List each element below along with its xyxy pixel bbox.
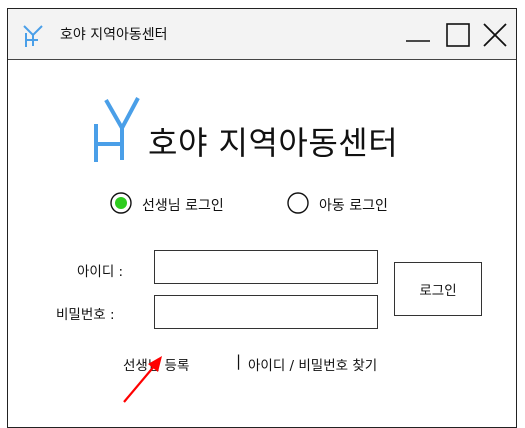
teacher-login-label: 선생님 로그인: [142, 198, 224, 214]
id-input[interactable]: [154, 250, 378, 284]
window-title: 호야 지역아동센터: [60, 27, 168, 43]
password-label: 비밀번호 :: [56, 307, 115, 323]
radio-unselected-icon: [287, 192, 309, 214]
radio-selected-icon: [110, 192, 132, 214]
link-divider: |: [236, 352, 242, 370]
brand-logo-icon: [94, 97, 140, 162]
id-label: 아이디 :: [77, 264, 124, 280]
app-logo-icon: [23, 25, 43, 47]
title-bar[interactable]: 호야 지역아동센터: [8, 9, 516, 60]
brand-name: 호야 지역아동센터: [148, 124, 399, 162]
arrow-annotation-icon: [123, 356, 162, 403]
close-icon[interactable]: [481, 21, 509, 49]
login-button[interactable]: 로그인: [394, 262, 482, 316]
password-input[interactable]: [154, 295, 378, 329]
find-account-link[interactable]: 아이디 / 비밀번호 찾기: [248, 354, 377, 374]
child-login-label: 아동 로그인: [319, 198, 388, 214]
maximize-icon[interactable]: [444, 21, 472, 49]
minimize-icon[interactable]: [404, 21, 432, 49]
